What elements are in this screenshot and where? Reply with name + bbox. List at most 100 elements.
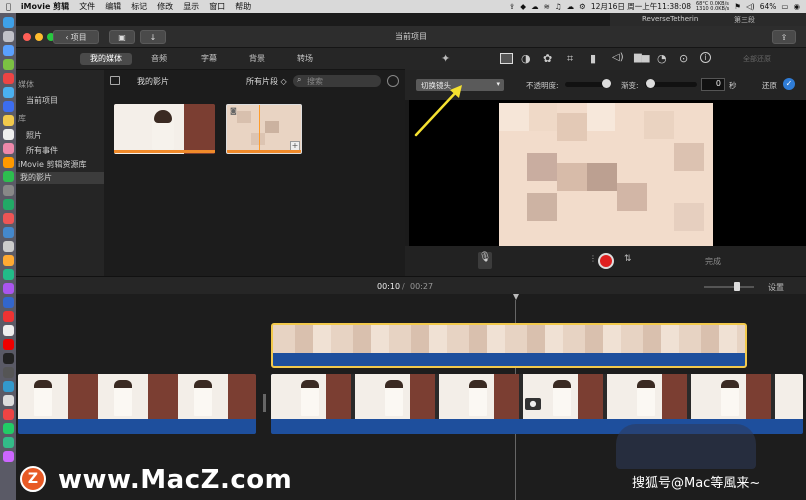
browser-settings-icon[interactable] [387, 75, 399, 87]
apple-icon[interactable]:  [6, 2, 11, 11]
cloud-icon[interactable]: ☁ [567, 2, 575, 11]
fade-duration-field[interactable]: 0 [701, 78, 725, 91]
tab-backgrounds[interactable]: 背景 [242, 53, 272, 65]
wechat-icon[interactable] [3, 171, 14, 182]
library-item-photos[interactable]: 照片 [16, 130, 104, 142]
tab-titles[interactable]: 字幕 [194, 53, 224, 65]
voiceover-microphone-icon[interactable]: 🎙 [478, 252, 492, 269]
app-icon[interactable] [3, 45, 14, 56]
zoom-slider-knob[interactable] [734, 282, 740, 291]
video-overlay-settings-icon[interactable] [500, 53, 513, 64]
volume-icon[interactable]: ◁) [612, 52, 624, 63]
sidebar-toggle-icon[interactable] [110, 76, 120, 85]
tuner-icon[interactable]: ⚙ [579, 2, 586, 11]
app-menu[interactable]: iMovie 剪辑 [21, 1, 69, 12]
media-clip-1[interactable] [114, 104, 215, 154]
speed-icon[interactable]: ◔ [657, 52, 667, 65]
background-window-title[interactable]: ReverseTetherin [642, 15, 698, 23]
upload-icon[interactable]: ⇪ [509, 2, 515, 11]
playhead-marker[interactable] [513, 294, 519, 300]
finder-icon[interactable] [3, 17, 14, 28]
app-icon[interactable] [3, 437, 14, 448]
fade-slider[interactable] [645, 79, 697, 88]
app-icon[interactable] [3, 423, 14, 434]
temp-icon[interactable]: ⚑ [734, 2, 741, 11]
mail-icon[interactable] [3, 101, 14, 112]
app-icon[interactable] [3, 339, 14, 350]
stabilization-icon[interactable]: ▮ [590, 52, 596, 65]
app-icon[interactable] [3, 269, 14, 280]
share-button[interactable]: ⇪ [772, 30, 796, 44]
safari-icon[interactable] [3, 87, 14, 98]
reset-all-button[interactable]: 全部还原 [743, 54, 771, 64]
turtle-slowmo-icon[interactable]: ● [525, 398, 541, 410]
clip-filter-dropdown[interactable]: 所有片段 ◇ [246, 76, 287, 87]
apply-checkmark-icon[interactable]: ✓ [783, 78, 795, 90]
zoom-slider[interactable] [704, 282, 754, 291]
magic-wand-icon[interactable]: ✦ [441, 52, 450, 65]
info-icon[interactable]: i [700, 52, 711, 63]
clip-trim-handle[interactable] [263, 394, 266, 412]
opacity-slider-knob[interactable] [602, 79, 611, 88]
android-icon[interactable] [3, 59, 14, 70]
app-icon[interactable] [3, 311, 14, 322]
menu-view[interactable]: 显示 [183, 1, 199, 12]
app-icon[interactable] [3, 325, 14, 336]
import-button[interactable]: ↓ [140, 30, 166, 44]
menu-modify[interactable]: 修改 [157, 1, 173, 12]
app-icon[interactable] [3, 241, 14, 252]
chrome-icon[interactable] [3, 73, 14, 84]
crop-icon[interactable]: ⌗ [567, 52, 573, 66]
app-icon[interactable] [3, 297, 14, 308]
ghost-icon[interactable]: ☁ [531, 2, 539, 11]
app-icon[interactable] [3, 367, 14, 378]
close-window-button[interactable] [23, 33, 31, 41]
app-icon[interactable] [3, 185, 14, 196]
app-icon[interactable] [3, 409, 14, 420]
menu-help[interactable]: 帮助 [235, 1, 251, 12]
reset-button[interactable]: 还原 [762, 80, 777, 91]
calendar-icon[interactable] [3, 129, 14, 140]
photos-icon[interactable] [3, 143, 14, 154]
opacity-slider[interactable] [565, 79, 611, 88]
primary-clip-1[interactable] [18, 374, 256, 434]
music-icon[interactable]: ♫ [555, 2, 562, 11]
menu-window[interactable]: 窗口 [209, 1, 225, 12]
tab-my-media[interactable]: 我的媒体 [80, 53, 132, 65]
library-item-my-movie[interactable]: 我的影片 [16, 172, 104, 184]
color-balance-icon[interactable]: ◑ [521, 52, 531, 65]
color-correction-icon[interactable]: ✿ [543, 52, 552, 65]
notes-icon[interactable] [3, 115, 14, 126]
background-window-tab[interactable]: 第三段 [734, 15, 755, 25]
timeline-settings-button[interactable]: 设置 [768, 282, 784, 293]
app-icon[interactable] [3, 199, 14, 210]
noise-reduction-icon[interactable]: ⊙ [679, 52, 688, 65]
app-icon[interactable] [3, 395, 14, 406]
back-to-projects-button[interactable]: ‹ 项目 [53, 30, 99, 44]
tab-transitions[interactable]: 转场 [290, 53, 320, 65]
app-icon[interactable] [3, 255, 14, 266]
dropbox-icon[interactable]: ◆ [520, 2, 526, 11]
app-icon[interactable] [3, 227, 14, 238]
app-icon[interactable] [3, 213, 14, 224]
equalizer-icon[interactable]: ▆▅ [634, 52, 649, 63]
volume-icon[interactable]: ◁) [746, 2, 755, 11]
menu-file[interactable]: 文件 [79, 1, 95, 12]
library-item-current-project[interactable]: 当前项目 [16, 95, 104, 107]
overlay-clip[interactable] [271, 323, 747, 368]
library-item-resource-library[interactable]: iMovie 剪辑资源库 [16, 159, 104, 171]
library-item-all-events[interactable]: 所有事件 [16, 145, 104, 157]
app-icon[interactable] [3, 283, 14, 294]
launchpad-icon[interactable] [3, 31, 14, 42]
siri-icon[interactable]: ◉ [793, 2, 800, 11]
app-icon[interactable] [3, 451, 14, 462]
menu-edit[interactable]: 编辑 [105, 1, 121, 12]
media-clip-2[interactable]: ◙ + [226, 104, 302, 154]
minimize-window-button[interactable] [35, 33, 43, 41]
menu-mark[interactable]: 标记 [131, 1, 147, 12]
fade-slider-knob[interactable] [646, 79, 655, 88]
tab-audio[interactable]: 音频 [144, 53, 174, 65]
app-icon[interactable] [3, 381, 14, 392]
battery-icon[interactable]: ▭ [781, 2, 788, 11]
clock-datetime[interactable]: 12月16日 周一上午11:38:08 [591, 1, 691, 12]
